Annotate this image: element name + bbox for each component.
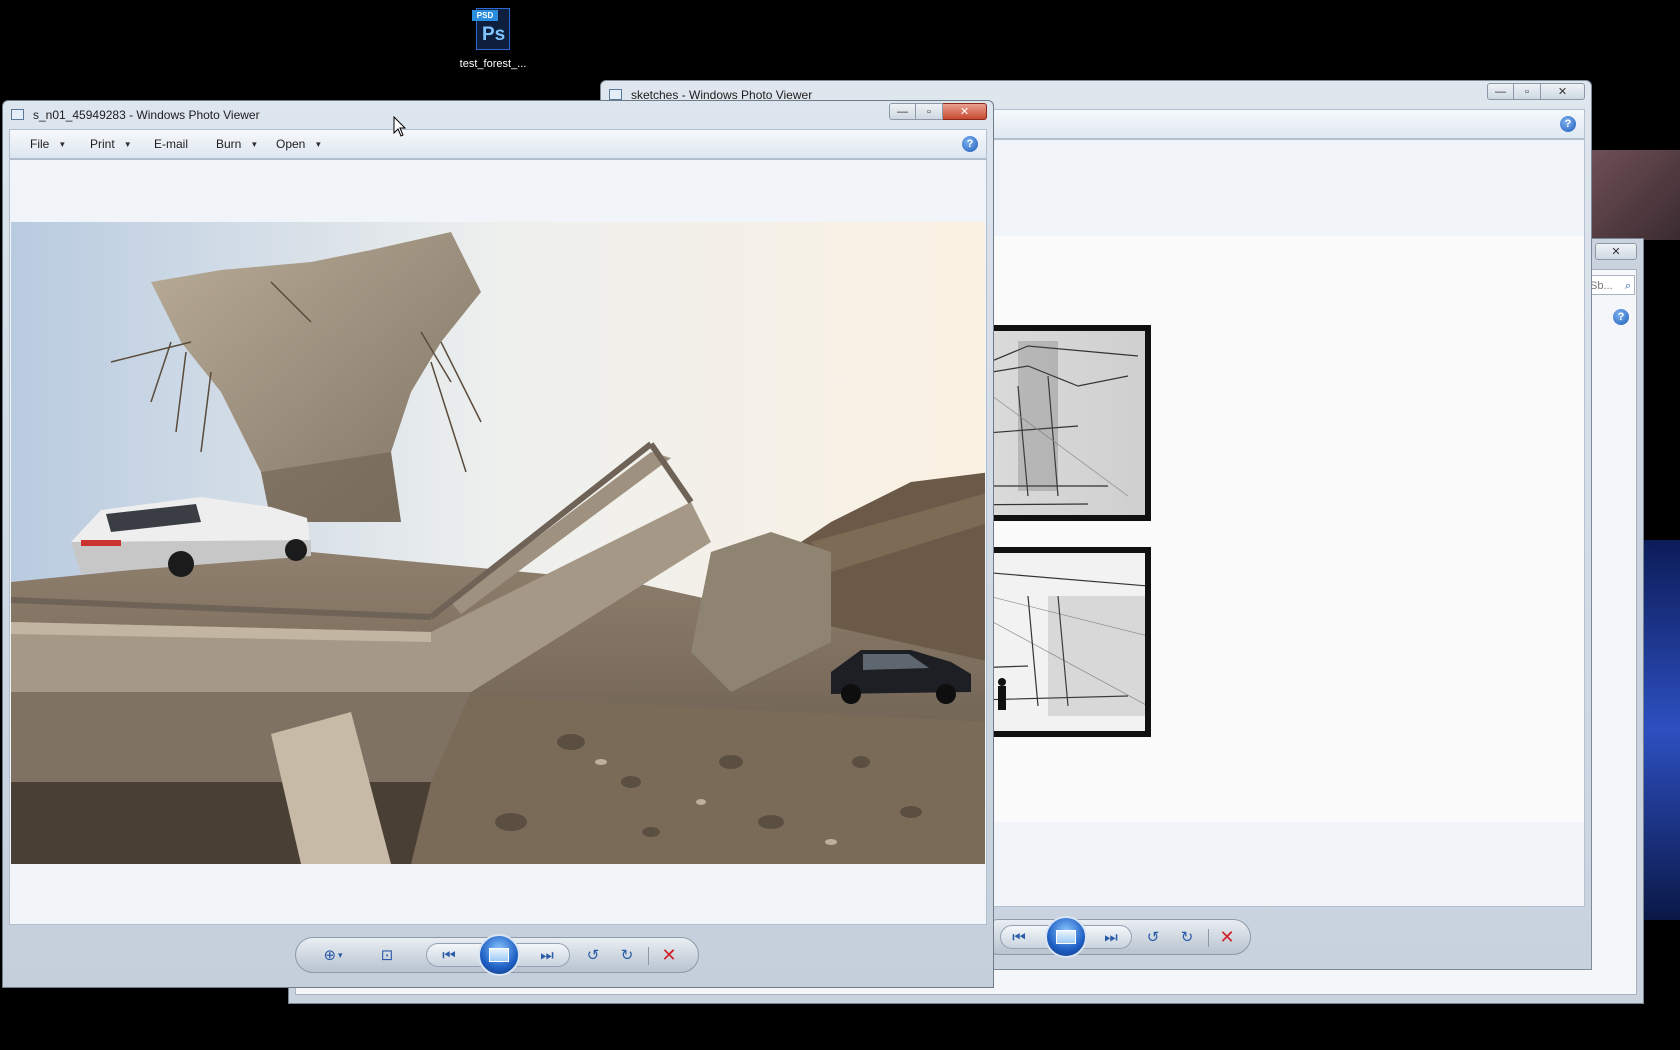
- slideshow-icon: [489, 948, 509, 962]
- dropdown-arrow-icon: ▼: [123, 139, 132, 149]
- zoom-icon: ⊕: [323, 947, 337, 964]
- next-button[interactable]: ⏭: [1100, 927, 1122, 947]
- maximize-button[interactable]: ▫: [1514, 83, 1541, 100]
- rotate-clockwise-button[interactable]: ↻: [1176, 927, 1198, 947]
- search-input[interactable]: Sb... ⌕: [1585, 275, 1635, 295]
- mouse-cursor-icon: [393, 116, 407, 137]
- photo-viewer-app-icon: [11, 109, 24, 120]
- previous-button[interactable]: ⏮: [1008, 927, 1030, 947]
- delete-button[interactable]: ✕: [658, 945, 680, 965]
- search-icon[interactable]: ⌕: [1625, 276, 1631, 296]
- previous-button[interactable]: ⏮: [438, 945, 460, 965]
- menu-open[interactable]: Open ▼: [276, 137, 322, 151]
- viewer-toolbar: ⊕ ▾ ⊡ ⏮ ⏭ ↺ ↻ ✕: [295, 934, 699, 976]
- close-button[interactable]: ✕: [1541, 83, 1585, 100]
- rotate-counterclockwise-button[interactable]: ↺: [582, 945, 604, 965]
- window-title: s_n01_45949283 - Windows Photo Viewer: [33, 108, 260, 122]
- menu-burn[interactable]: Burn ▼: [216, 137, 258, 151]
- desktop-file-icon[interactable]: PSD Ps test_forest_...: [452, 8, 534, 78]
- menu-email[interactable]: E-mail: [154, 137, 188, 151]
- image-area: [9, 159, 987, 925]
- help-icon[interactable]: ?: [962, 136, 978, 152]
- background-window-fragment: [1640, 540, 1680, 920]
- zoom-button[interactable]: ⊕ ▾: [322, 945, 344, 965]
- photo-image: [11, 222, 985, 864]
- caption-buttons: — ▫ ✕: [889, 103, 987, 121]
- slideshow-button[interactable]: [1045, 916, 1087, 958]
- delete-button[interactable]: ✕: [1216, 927, 1238, 947]
- rotate-clockwise-button[interactable]: ↻: [616, 945, 638, 965]
- rotate-counterclockwise-button[interactable]: ↺: [1142, 927, 1164, 947]
- photoshop-psd-icon: PSD Ps: [472, 8, 514, 50]
- actual-size-button[interactable]: ⊡: [376, 945, 398, 965]
- dropdown-arrow-icon: ▼: [314, 139, 323, 149]
- player-footer: ⊕ ▾ ⊡ ⏮ ⏭ ↺ ↻ ✕: [3, 925, 993, 987]
- close-button[interactable]: ✕: [943, 103, 987, 120]
- maximize-button[interactable]: ▫: [916, 103, 943, 120]
- menu-bar: File ▼ Print ▼ E-mail Burn ▼ Open ▼ ?: [9, 129, 987, 159]
- photo-viewer-app-icon: [609, 89, 622, 100]
- search-placeholder: Sb...: [1590, 280, 1613, 292]
- caption-buttons: — ▫ ✕: [1487, 83, 1585, 101]
- collapsed-freeway-photo: [11, 222, 985, 864]
- menu-print[interactable]: Print ▼: [90, 137, 132, 151]
- next-button[interactable]: ⏭: [536, 945, 558, 965]
- photo-viewer-window-main[interactable]: s_n01_45949283 - Windows Photo Viewer — …: [2, 100, 994, 988]
- help-icon[interactable]: ?: [1560, 116, 1576, 132]
- menu-file[interactable]: File ▼: [30, 137, 66, 151]
- help-icon[interactable]: ?: [1613, 309, 1629, 325]
- close-icon[interactable]: ✕: [1595, 243, 1637, 260]
- dropdown-arrow-icon: ▼: [250, 139, 259, 149]
- title-bar[interactable]: s_n01_45949283 - Windows Photo Viewer — …: [3, 101, 993, 129]
- background-window-fragment: [1590, 150, 1680, 240]
- slideshow-button[interactable]: [478, 934, 520, 976]
- desktop-file-label: test_forest_...: [459, 58, 527, 70]
- slideshow-icon: [1056, 930, 1076, 944]
- dropdown-arrow-icon: ▼: [58, 139, 67, 149]
- chevron-down-icon: ▾: [338, 949, 343, 960]
- minimize-button[interactable]: —: [889, 103, 916, 120]
- minimize-button[interactable]: —: [1487, 83, 1514, 100]
- viewer-toolbar: ⏮ ⏭ ↺ ↻ ✕: [981, 916, 1251, 958]
